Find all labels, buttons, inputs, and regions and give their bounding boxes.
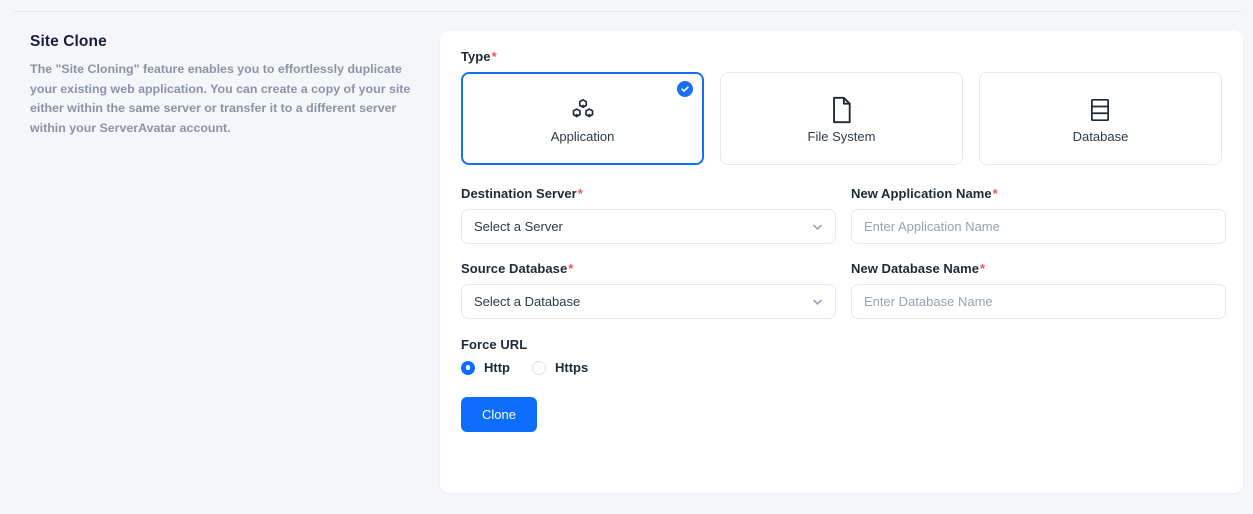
file-icon: [830, 93, 854, 127]
boxes-icon: [570, 93, 596, 127]
source-database-value: Select a Database: [474, 294, 581, 309]
new-application-name-field: New Application Name* Enter Application …: [851, 186, 1226, 244]
force-url-options: Http Https: [461, 360, 1222, 375]
new-database-name-field: New Database Name* Enter Database Name: [851, 261, 1226, 319]
header-divider: [14, 11, 1241, 12]
type-card-file-system[interactable]: File System: [720, 72, 963, 165]
type-label: Type*: [461, 49, 1222, 64]
type-required-marker: *: [491, 49, 497, 64]
source-database-field: Source Database* Select a Database: [461, 261, 836, 319]
new-database-name-label: New Database Name*: [851, 261, 1226, 276]
destination-server-required-marker: *: [577, 186, 583, 201]
chevron-down-icon: [811, 220, 824, 233]
radio-unselected-icon: [532, 360, 546, 375]
info-column: Site Clone The "Site Cloning" feature en…: [30, 33, 430, 138]
page-title: Site Clone: [30, 33, 107, 50]
chevron-down-icon: [811, 295, 824, 308]
database-icon: [1088, 93, 1112, 127]
clone-fields-grid: Destination Server* Select a Server New: [461, 186, 1226, 336]
destination-server-field: Destination Server* Select a Server: [461, 186, 836, 244]
page-description: The "Site Cloning" feature enables you t…: [30, 62, 411, 135]
type-options: Application File System Database: [461, 72, 1222, 165]
radio-selected-icon: [461, 360, 475, 375]
site-clone-form-panel: Type* Application File System Database D…: [440, 31, 1243, 493]
check-circle-icon: [677, 81, 694, 97]
source-database-label: Source Database*: [461, 261, 836, 276]
new-database-name-placeholder: Enter Database Name: [864, 294, 993, 309]
new-application-name-label: New Application Name*: [851, 186, 1226, 201]
source-database-required-marker: *: [568, 261, 574, 276]
new-application-name-placeholder: Enter Application Name: [864, 219, 1000, 234]
type-card-file-system-label: File System: [807, 129, 876, 144]
destination-server-value: Select a Server: [474, 219, 563, 234]
destination-server-label: Destination Server*: [461, 186, 836, 201]
destination-server-label-text: Destination Server: [461, 186, 577, 201]
type-label-text: Type: [461, 49, 491, 64]
force-url-option-http-label: Http: [484, 360, 510, 375]
destination-server-select[interactable]: Select a Server: [461, 209, 836, 244]
force-url-option-http[interactable]: Http: [461, 360, 510, 375]
type-card-database[interactable]: Database: [979, 72, 1222, 165]
new-application-name-label-text: New Application Name: [851, 186, 992, 201]
new-database-name-required-marker: *: [980, 261, 986, 276]
new-database-name-label-text: New Database Name: [851, 261, 980, 276]
source-database-label-text: Source Database: [461, 261, 568, 276]
type-card-application-label: Application: [550, 129, 615, 144]
force-url-option-https[interactable]: Https: [532, 360, 588, 375]
new-application-name-required-marker: *: [992, 186, 998, 201]
new-application-name-input-wrapper[interactable]: Enter Application Name: [851, 209, 1226, 244]
force-url-group: Force URL Http Https: [461, 337, 1222, 375]
source-database-select[interactable]: Select a Database: [461, 284, 836, 319]
form-content: Type* Application File System Database D…: [461, 49, 1226, 432]
clone-button[interactable]: Clone: [461, 397, 537, 432]
force-url-label: Force URL: [461, 337, 528, 352]
type-card-application[interactable]: Application: [461, 72, 705, 165]
new-database-name-input-wrapper[interactable]: Enter Database Name: [851, 284, 1226, 319]
force-url-option-https-label: Https: [555, 360, 589, 375]
type-card-database-label: Database: [1072, 129, 1129, 144]
site-clone-page: Site Clone The "Site Cloning" feature en…: [0, 0, 1253, 514]
